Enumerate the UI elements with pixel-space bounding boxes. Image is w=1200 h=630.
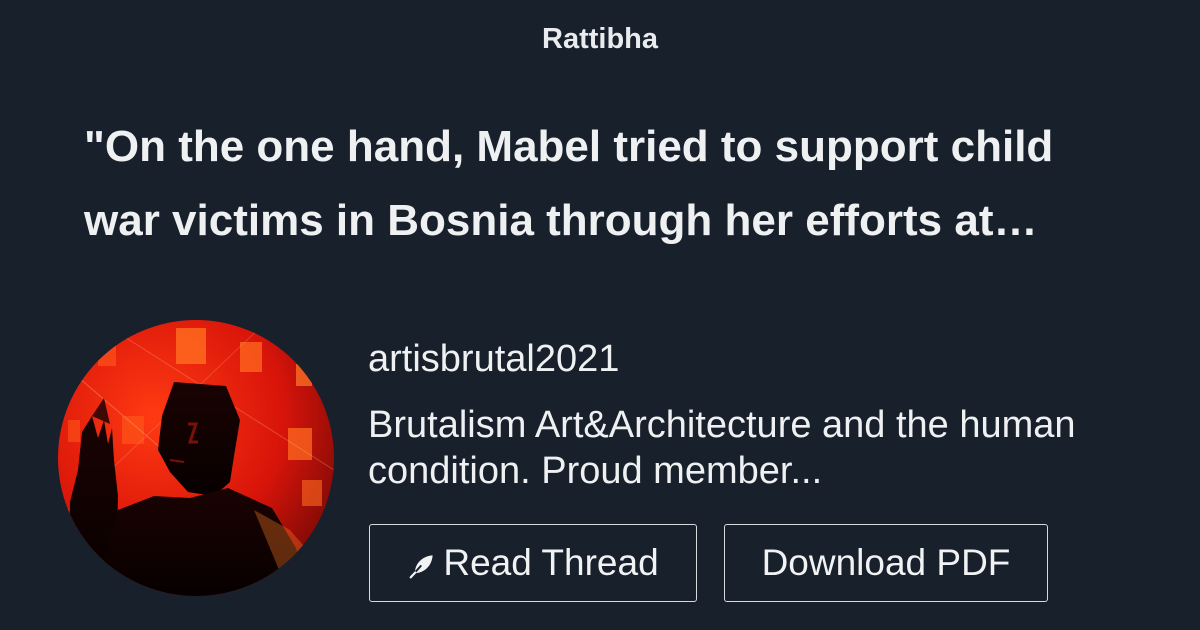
download-pdf-label: Download PDF [761, 542, 1011, 583]
author-bio-line: condition. Proud member... [368, 450, 823, 492]
thread-title-line: "On the one hand, Mabel tried to support… [84, 122, 1054, 171]
thread-title: "On the one hand, Mabel tried to support… [84, 110, 1144, 258]
read-thread-label: Read Thread [443, 542, 659, 583]
author-avatar [58, 320, 334, 596]
author-bio: Brutalism Art&Architecture and the human… [368, 402, 1158, 494]
download-pdf-button[interactable]: Download PDF [724, 524, 1048, 602]
read-thread-button[interactable]: Read Thread [369, 524, 697, 602]
site-brand: Rattibha [542, 23, 658, 55]
thread-title-line: war victims in Bosnia through her effort… [84, 196, 1038, 245]
author-bio-line: Brutalism Art&Architecture and the human [368, 404, 1076, 446]
feather-icon [409, 555, 433, 579]
author-username[interactable]: artisbrutal2021 [368, 336, 619, 382]
